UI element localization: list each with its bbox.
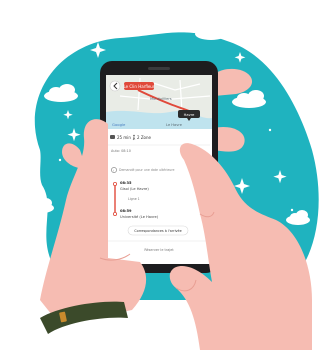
more-button[interactable]: Réserver le trajet	[144, 248, 174, 252]
more-button-label: Réserver le trajet	[144, 248, 174, 252]
sparkle-dot	[290, 208, 294, 212]
trip-duration: 25 min	[117, 135, 131, 140]
map-view[interactable]: Le Clin Harfleur Havre Montivilliers Le …	[106, 75, 212, 129]
cloud-icon	[30, 198, 54, 213]
route-start-pin: Le Clin Harfleur	[124, 82, 155, 90]
stop-marker	[113, 211, 118, 216]
map-pin-label: Le Clin Harfleur	[124, 84, 155, 89]
map-tooltip-label: Havre	[184, 113, 195, 117]
cloud-icon	[195, 22, 227, 40]
map-attribution: Google	[112, 122, 126, 127]
bus-icon	[110, 135, 115, 139]
cloud-icon	[88, 21, 116, 38]
trip-fare: 2 Zone	[137, 135, 152, 140]
sparkle-dot	[58, 158, 62, 162]
connections-button[interactable]: Correspondances à l'arrivée	[127, 225, 189, 236]
stop-marker	[113, 181, 118, 186]
line-name: Ligne 1	[128, 197, 140, 201]
back-arrow-icon[interactable]	[109, 80, 121, 92]
map-city-label: Montivilliers	[150, 97, 172, 101]
stop-time: 08:59	[120, 209, 132, 213]
stop-name: Université (Le Havre)	[120, 215, 159, 219]
sparkle-dot	[148, 26, 152, 30]
depart-label: Auto: 08:10	[111, 149, 131, 153]
connections-button-label: Correspondances à l'arrivée	[134, 229, 181, 233]
info-notice: i Demandé pour une date ultérieure	[111, 167, 175, 173]
map-city-label: Le Havre	[166, 123, 183, 127]
sparkle-dot	[268, 128, 272, 132]
stop-name: Gisol (Le Havre)	[120, 187, 149, 191]
illustration: Le Clin Harfleur Havre Montivilliers Le …	[30, 21, 319, 350]
info-text: Demandé pour une date ultérieure	[119, 168, 175, 172]
stop-time: 08:35	[120, 181, 132, 185]
phone-speaker	[148, 67, 170, 70]
